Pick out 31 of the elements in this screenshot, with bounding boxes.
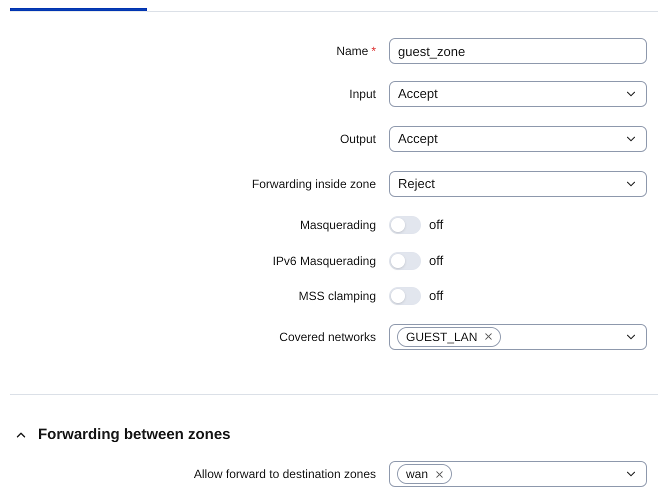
select-dropdown[interactable]: Accept (389, 80, 647, 106)
active-tab-indicator[interactable] (10, 8, 147, 11)
toggle-state-text: off (429, 252, 444, 270)
multiselect-dropdown[interactable]: GUEST_LAN (389, 324, 647, 350)
field-label: Masquerading (300, 216, 376, 234)
select-value: Accept (398, 84, 438, 103)
toggle-state-text: off (429, 287, 444, 306)
select-value: Accept (398, 130, 438, 148)
network-tag: GUEST_LAN (397, 326, 502, 346)
field-label: MSS clamping (298, 288, 376, 305)
select-dropdown[interactable]: Accept (389, 126, 647, 152)
field-label: IPv6 Masquerading (272, 252, 376, 270)
remove-icon[interactable] (434, 468, 446, 480)
toggle-state-text: off (429, 216, 444, 234)
field-label: Output (340, 130, 376, 148)
multiselect-dropdown[interactable]: wan (389, 461, 647, 487)
toggle-switch[interactable] (389, 216, 421, 234)
remove-icon[interactable] (483, 331, 494, 342)
toggle-switch[interactable] (389, 252, 421, 270)
network-tag: wan (397, 464, 452, 484)
toggle-switch[interactable] (389, 287, 421, 305)
name-input-field[interactable]: guest_zone (389, 38, 647, 64)
field-label: Name (336, 43, 368, 60)
required-asterisk: * (371, 43, 376, 60)
field-label: Forwarding inside zone (252, 176, 376, 192)
section-title: Forwarding between zones (38, 424, 231, 445)
field-label: Allow forward to destination zones (194, 466, 376, 483)
select-value: Reject (398, 174, 435, 193)
select-dropdown[interactable]: Reject (389, 170, 647, 196)
field-label: Input (349, 86, 376, 102)
field-label: Covered networks (279, 328, 376, 346)
